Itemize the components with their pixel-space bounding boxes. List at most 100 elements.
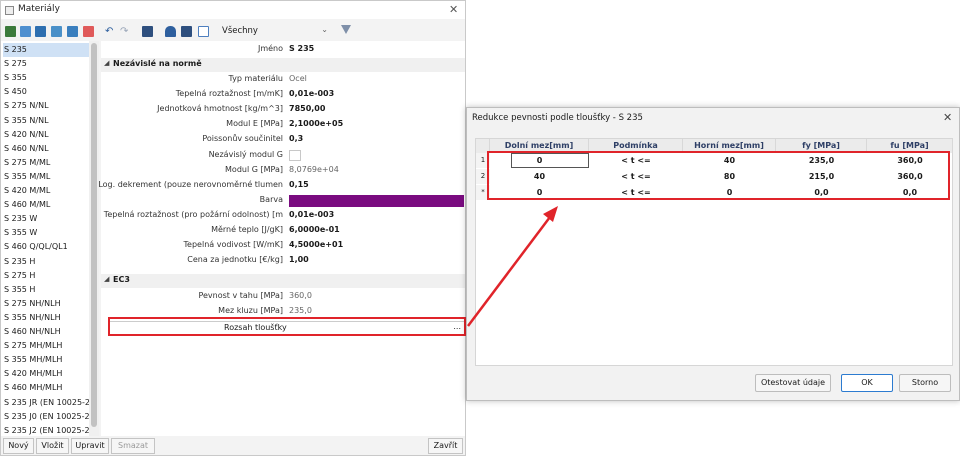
prop-label: Typ materiálu [228, 74, 283, 83]
properties-grid: Jméno S 235 ◢ Nezávislé na normě Typ mat… [98, 41, 465, 436]
material-list-item[interactable]: S 355 N/NL [3, 114, 89, 128]
material-list-item[interactable]: S 275 M/ML [3, 156, 89, 170]
prop-row[interactable]: Modul G [MPa] 8,0769e+04 [101, 164, 465, 178]
material-list-item[interactable]: S 355 W [3, 226, 89, 240]
material-list-item[interactable]: S 235 H [3, 255, 89, 269]
prop-row-name[interactable]: Jméno S 235 [101, 43, 465, 57]
material-list-item[interactable]: S 355 M/ML [3, 170, 89, 184]
filter-icon[interactable] [341, 25, 351, 34]
close-button[interactable]: Zavřít [428, 438, 463, 454]
database-icon[interactable] [181, 26, 192, 37]
bottom-button-bar: Nový Vložit Upravit Smazat Zavřít [1, 436, 465, 456]
prop-row[interactable]: Tepelná vodivost [W/mK] 4,5000e+01 [101, 239, 465, 253]
edit-button[interactable]: Upravit [71, 438, 109, 454]
prop-row[interactable]: Poissonův součinitel 0,3 [101, 133, 465, 147]
prop-label: Tepelná roztažnost [m/mK] [175, 89, 283, 99]
section-header-ec3[interactable]: ◢ EC3 [101, 274, 465, 288]
ok-button[interactable]: OK [841, 374, 893, 392]
material-list-item[interactable]: S 355 MH/MLH [3, 353, 89, 367]
toolbar: ↶ ↷ Všechny ⌄ [1, 23, 465, 41]
material-list-item[interactable]: S 420 MH/MLH [3, 367, 89, 381]
material-list-item[interactable]: S 235 J0 (EN 10025-2) [3, 410, 93, 424]
prop-label: Nezávislý modul G [208, 149, 283, 159]
prop-row[interactable]: Nezávislý modul G [101, 149, 465, 163]
prop-row[interactable]: Pevnost v tahu [MPa] 360,0 [101, 290, 465, 304]
prop-row[interactable]: Modul E [MPa] 2,1000e+05 [101, 118, 465, 132]
check-icon[interactable] [198, 26, 209, 37]
scroll-thumb[interactable] [91, 43, 97, 427]
import-icon[interactable] [20, 26, 31, 37]
material-list-item[interactable]: S 235 W [3, 212, 89, 226]
prop-row[interactable]: Měrné teplo [J/gK] 6,0000e-01 [101, 224, 465, 238]
prop-row[interactable]: Barva [101, 194, 465, 208]
prop-label: Cena za jednotku [€/kg] [187, 255, 283, 265]
section-title: EC3 [113, 275, 130, 284]
insert-button[interactable]: Vložit [36, 438, 69, 454]
material-list-item[interactable]: S 460 M/ML [3, 198, 89, 212]
section-header-independent[interactable]: ◢ Nezávislé na normě [101, 58, 465, 72]
material-list-item[interactable]: S 275 N/NL [3, 99, 89, 113]
table-icon[interactable] [142, 26, 153, 37]
material-list-item[interactable]: S 235 JR (EN 10025-2) [3, 396, 93, 410]
prop-label: Poissonův součinitel [202, 134, 283, 144]
material-list-item[interactable]: S 275 [3, 57, 89, 71]
material-list-item[interactable]: S 275 MH/MLH [3, 339, 89, 353]
users-icon[interactable] [165, 26, 176, 37]
prop-row[interactable]: Typ materiálu Ocel [101, 73, 465, 87]
prop-label: Pevnost v tahu [MPa] [198, 291, 283, 300]
close-icon[interactable]: ✕ [449, 3, 458, 16]
material-list-item[interactable]: S 450 [3, 85, 89, 99]
material-list-item[interactable]: S 275 H [3, 269, 89, 283]
edit-icon[interactable] [35, 26, 46, 37]
material-list-item[interactable]: S 420 M/ML [3, 184, 89, 198]
highlight-box-table [487, 151, 950, 200]
material-list-item[interactable]: S 355 H [3, 283, 89, 297]
prop-label: Modul G [MPa] [225, 164, 283, 174]
material-list-item[interactable]: S 355 [3, 71, 89, 85]
material-list-item[interactable]: S 460 Q/QL/QL1 [3, 240, 89, 254]
independent-g-checkbox[interactable] [289, 149, 301, 161]
color-swatch[interactable] [289, 194, 464, 207]
materials-list: S 235 S 275 S 355 S 450 S 275 N/NL S 355 N/NL… [1, 41, 99, 436]
filter-select-value: Všechny [222, 26, 258, 36]
window-title: Materiály [18, 4, 60, 14]
prop-value: 0,15 [289, 179, 309, 189]
prop-row[interactable]: Cena za jednotku [€/kg] 1,00 [101, 254, 465, 268]
prop-value: 1,00 [289, 255, 309, 265]
redo-icon[interactable]: ↷ [120, 26, 131, 37]
cancel-button[interactable]: Storno [899, 374, 951, 392]
material-list-item[interactable]: S 460 MH/MLH [3, 381, 89, 395]
prop-label: Tepelná vodivost [W/mK] [183, 240, 283, 250]
prop-row[interactable]: Jednotková hmotnost [kg/m^3] 7850,00 [101, 103, 465, 117]
collapse-icon[interactable]: ◢ [104, 275, 109, 283]
material-list-item[interactable]: S 355 NH/NLH [3, 311, 89, 325]
prop-row[interactable]: Log. dekrement (pouze nerovnoměrné tlume… [98, 179, 465, 193]
prop-value: 4,5000e+01 [289, 240, 344, 250]
new-button[interactable]: Nový [3, 438, 34, 454]
close-icon[interactable]: ✕ [943, 111, 952, 124]
delete-icon[interactable] [83, 26, 94, 37]
material-list-item[interactable]: S 420 N/NL [3, 128, 89, 142]
prop-value: 7850,00 [289, 104, 326, 114]
app-icon [5, 6, 14, 15]
prop-label: Tepelná roztažnost (pro požární odolnost… [103, 209, 283, 219]
test-data-button[interactable]: Otestovat údaje [755, 374, 831, 392]
materials-window: Materiály ✕ ↶ ↷ Všechny ⌄ S 235 S 275 S 35… [0, 0, 466, 456]
material-list-item[interactable]: S 275 NH/NLH [3, 297, 89, 311]
copy-icon[interactable] [51, 26, 62, 37]
prop-row[interactable]: Tepelná roztažnost [m/mK] 0,01e-003 [101, 88, 465, 102]
prop-value: 235,0 [289, 306, 312, 316]
filter-select[interactable]: Všechny ⌄ [220, 25, 332, 39]
collapse-icon[interactable]: ◢ [104, 59, 109, 67]
new-icon[interactable] [5, 26, 16, 37]
material-list-item[interactable]: S 235 [3, 43, 89, 57]
scrollbar[interactable] [89, 41, 99, 436]
undo-icon[interactable]: ↶ [105, 26, 116, 37]
export-icon[interactable] [67, 26, 78, 37]
material-list-item[interactable]: S 460 NH/NLH [3, 325, 89, 339]
section-title: Nezávislé na normě [113, 59, 202, 68]
prop-row[interactable]: Tepelná roztažnost (pro požární odolnost… [101, 209, 465, 223]
prop-label: Jednotková hmotnost [kg/m^3] [157, 104, 283, 114]
prop-value: 2,1000e+05 [289, 119, 344, 129]
material-list-item[interactable]: S 460 N/NL [3, 142, 89, 156]
